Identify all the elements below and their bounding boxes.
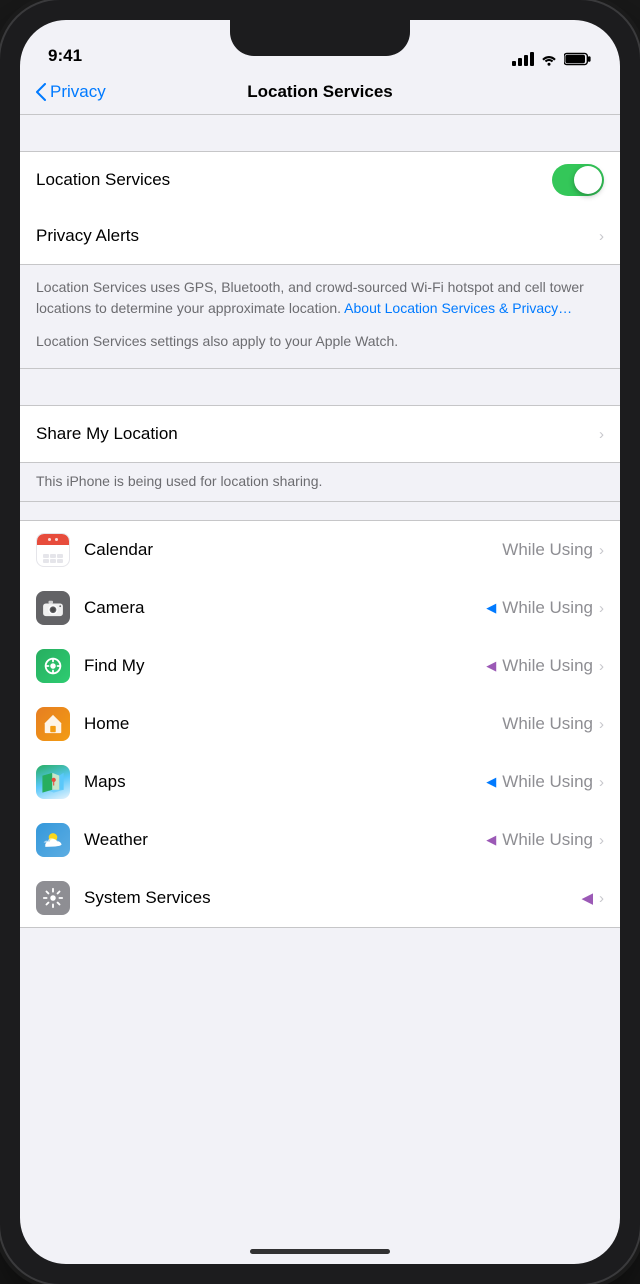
app-permission: ◀ While Using [486, 656, 593, 676]
system-services-icon [36, 881, 70, 915]
app-chevron: › [599, 890, 604, 907]
toggle-switch[interactable] [552, 164, 604, 196]
app-name: Maps [84, 772, 486, 792]
share-location-section: Share My Location › [20, 405, 620, 463]
privacy-alerts-label: Privacy Alerts [36, 226, 599, 246]
share-my-location-label: Share My Location [36, 424, 599, 444]
home-indicator[interactable] [250, 1249, 390, 1254]
location-services-label: Location Services [36, 170, 552, 190]
battery-icon [564, 52, 592, 66]
description-text: Location Services uses GPS, Bluetooth, a… [36, 277, 604, 319]
app-name: Weather [84, 830, 486, 850]
location-services-row[interactable]: Location Services [20, 152, 620, 208]
app-permission: While Using [502, 540, 593, 560]
app-permission: While Using [502, 714, 593, 734]
app-chevron: › [599, 832, 604, 849]
weather-icon [36, 823, 70, 857]
nav-back-label: Privacy [50, 82, 106, 102]
app-chevron: › [599, 542, 604, 559]
app-name: Camera [84, 598, 486, 618]
apps-section: Calendar While Using › [20, 520, 620, 928]
status-time: 9:41 [48, 46, 82, 68]
app-permission: ◀ [581, 889, 593, 907]
app-name: Find My [84, 656, 486, 676]
list-item[interactable]: Home While Using › [20, 695, 620, 753]
list-item[interactable]: System Services ◀ › [20, 869, 620, 927]
toggle-knob [574, 166, 602, 194]
location-arrow-icon: ◀ [486, 832, 496, 848]
apps-gap [20, 502, 620, 520]
list-item[interactable]: Find My ◀ While Using › [20, 637, 620, 695]
privacy-alerts-row[interactable]: Privacy Alerts › [20, 208, 620, 264]
location-arrow-icon: ◀ [486, 600, 496, 616]
camera-icon [36, 591, 70, 625]
app-chevron: › [599, 600, 604, 617]
list-item[interactable]: Calendar While Using › [20, 521, 620, 579]
app-chevron: › [599, 774, 604, 791]
app-name: Calendar [84, 540, 502, 560]
phone-screen: 9:41 [20, 20, 620, 1264]
privacy-link[interactable]: About Location Services & Privacy… [344, 300, 572, 316]
nav-bar: Privacy Location Services [20, 74, 620, 115]
location-arrow-icon: ◀ [486, 774, 496, 790]
nav-back-button[interactable]: Privacy [36, 82, 106, 102]
privacy-alerts-chevron: › [599, 228, 604, 245]
share-my-location-row[interactable]: Share My Location › [20, 406, 620, 462]
app-chevron: › [599, 658, 604, 675]
phone-frame: 9:41 [0, 0, 640, 1284]
description-block: Location Services uses GPS, Bluetooth, a… [20, 265, 620, 369]
wifi-icon [540, 52, 558, 66]
calendar-icon [36, 533, 70, 567]
scroll-content[interactable]: Location Services Privacy Alerts › Locat… [20, 115, 620, 1249]
app-name: Home [84, 714, 502, 734]
list-item[interactable]: Maps ◀ While Using › [20, 753, 620, 811]
bottom-spacer [20, 928, 620, 988]
maps-icon [36, 765, 70, 799]
top-gap [20, 115, 620, 151]
mid-gap [20, 369, 620, 405]
app-permission: ◀ While Using [486, 830, 593, 850]
share-location-subtext: This iPhone is being used for location s… [20, 463, 620, 502]
nav-title: Location Services [247, 82, 393, 102]
watch-description: Location Services settings also apply to… [36, 331, 604, 352]
system-location-icon: ◀ [581, 889, 593, 907]
location-services-section: Location Services Privacy Alerts › [20, 151, 620, 265]
location-arrow-icon: ◀ [486, 658, 496, 674]
app-permission: ◀ While Using [486, 772, 593, 792]
list-item[interactable]: Weather ◀ While Using › [20, 811, 620, 869]
app-permission: ◀ While Using [486, 598, 593, 618]
app-name: System Services [84, 888, 581, 908]
notch [230, 20, 410, 56]
location-services-toggle[interactable] [552, 164, 604, 196]
signal-bars-icon [512, 52, 534, 66]
app-chevron: › [599, 716, 604, 733]
share-location-chevron: › [599, 426, 604, 443]
home-app-icon [36, 707, 70, 741]
findmy-icon [36, 649, 70, 683]
list-item[interactable]: Camera ◀ While Using › [20, 579, 620, 637]
status-icons [512, 52, 592, 68]
